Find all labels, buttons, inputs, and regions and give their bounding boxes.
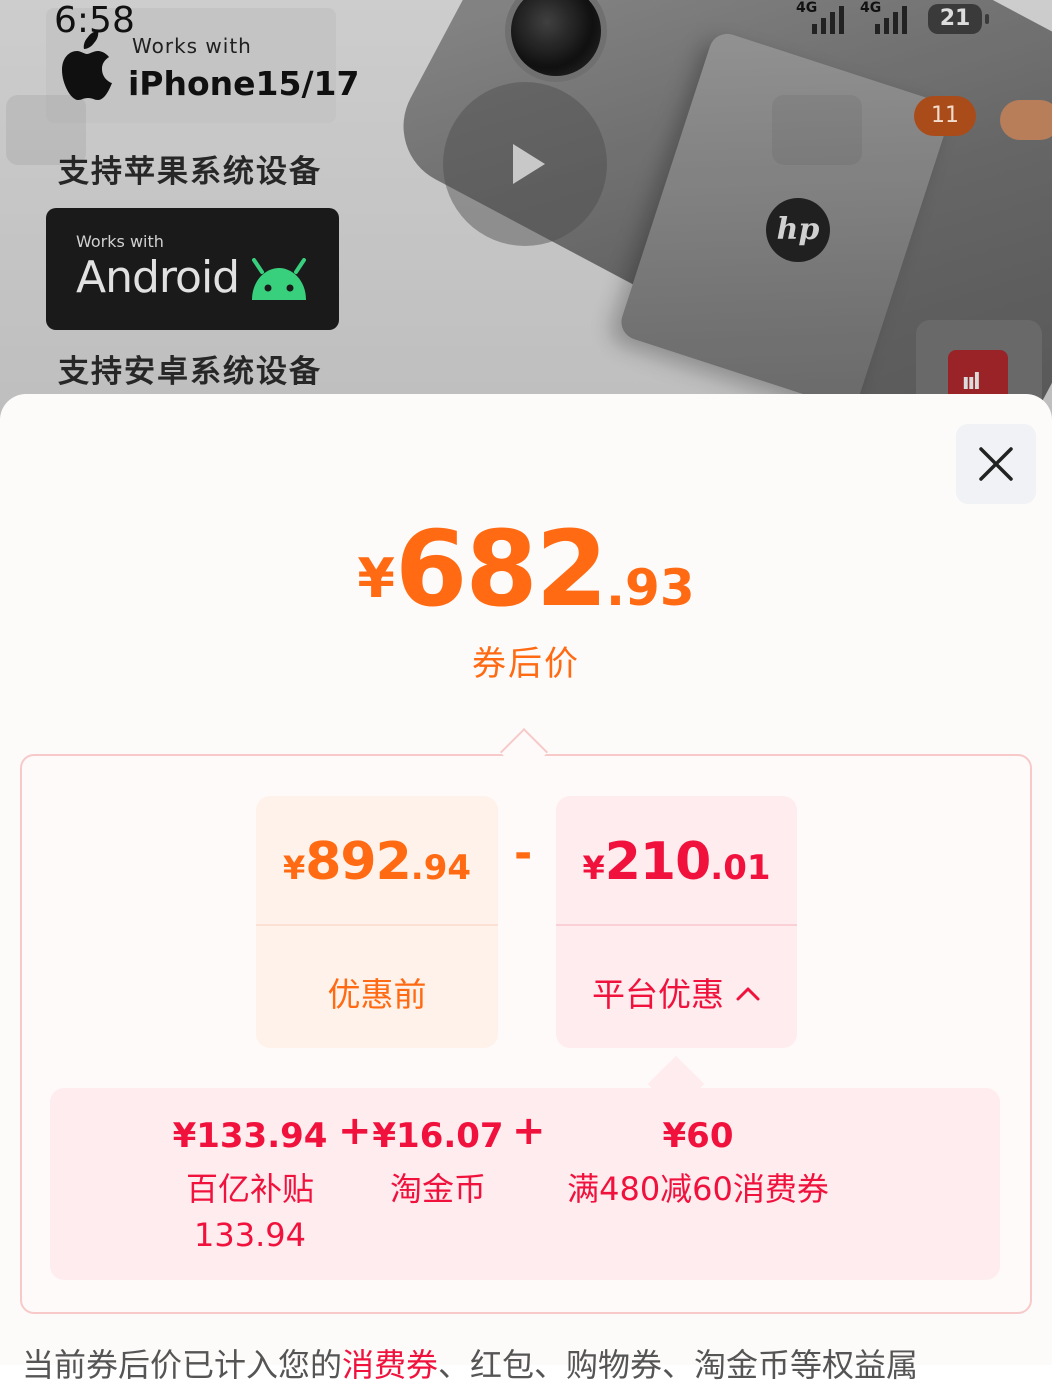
platform-discount-value: ¥210.01 — [556, 832, 797, 892]
final-price-symbol: ¥ — [357, 547, 395, 610]
close-icon — [979, 447, 1013, 481]
card-divider — [256, 924, 498, 926]
signal-icon-2 — [875, 4, 907, 34]
plus-operator: + — [338, 1108, 372, 1154]
plus-operator: + — [512, 1108, 546, 1154]
breakdown-name: 满480减60消费券 — [567, 1170, 829, 1208]
breakdown-amount: ¥60 — [662, 1116, 734, 1156]
breakdown-amount: ¥16.07 — [372, 1116, 504, 1156]
battery-indicator: 21 — [928, 4, 989, 34]
platform-discount-card[interactable]: ¥210.01 平台优惠 — [556, 796, 797, 1048]
product-image[interactable]: hp Works with iPhone15/17 支持苹果系统设备 Works… — [0, 0, 1052, 420]
final-price-label: 券后价 — [472, 644, 580, 684]
breakdown-name: 百亿补贴 — [185, 1170, 314, 1208]
price-before-value: ¥892.94 — [256, 832, 498, 892]
breakdown-item: ¥60 满480减60消费券 — [548, 1116, 848, 1212]
minus-operator: - — [514, 828, 533, 879]
breakdown-item: ¥133.94 百亿补贴 133.94 — [150, 1116, 350, 1258]
chevron-up-icon — [736, 987, 760, 1001]
breakdown-amount: ¥133.94 — [172, 1116, 328, 1156]
price-before-card: ¥892.94 优惠前 — [256, 796, 498, 1048]
platform-discount-label: 平台优惠 — [591, 975, 724, 1014]
price-before-integer: 892 — [305, 832, 412, 892]
platform-discount-integer: 210 — [604, 832, 712, 892]
platform-discount-symbol: ¥ — [582, 849, 605, 887]
card-divider — [556, 924, 797, 926]
footer-note: 当前券后价已计入您的消费券、红包、购物券、淘金币等权益属 — [22, 1340, 1052, 1386]
close-button[interactable] — [956, 424, 1036, 504]
footer-note-suffix: 、红包、购物券、淘金币等权益属 — [438, 1346, 919, 1384]
breakdown-item: ¥16.07 淘金币 — [368, 1116, 508, 1212]
breakdown-name-line2: 133.94 — [194, 1216, 306, 1254]
platform-discount-decimal: .01 — [710, 848, 771, 888]
final-price-decimal: .93 — [606, 559, 695, 617]
consumption-coupon-link[interactable]: 消费券 — [342, 1346, 438, 1384]
final-price: ¥682.93 — [0, 508, 1052, 630]
status-time: 6:58 — [54, 0, 135, 41]
platform-discount-label-row: 平台优惠 — [556, 968, 797, 1016]
final-price-integer: 682 — [394, 508, 608, 630]
footer-note-prefix: 当前券后价已计入您的 — [22, 1346, 343, 1384]
price-before-decimal: .94 — [410, 848, 472, 888]
breakdown-name: 淘金币 — [389, 1170, 486, 1208]
price-before-symbol: ¥ — [282, 849, 306, 887]
signal-icon-1 — [812, 4, 844, 34]
price-before-label: 优惠前 — [327, 975, 427, 1014]
overlay-scrim — [0, 0, 1052, 420]
